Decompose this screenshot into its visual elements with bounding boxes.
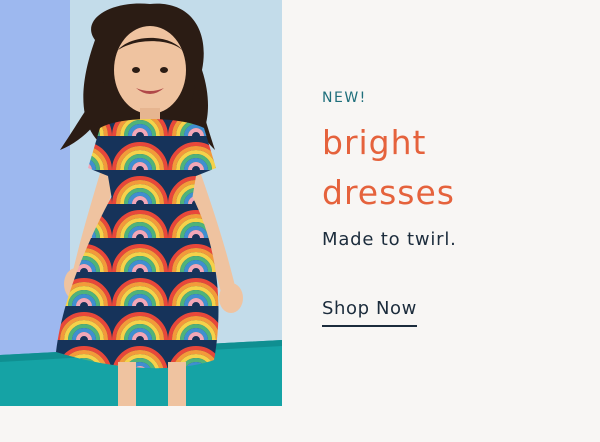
new-label: NEW! — [322, 90, 367, 106]
headline-line-2: dresses — [322, 173, 455, 212]
headline-line-1: bright — [322, 123, 427, 162]
shop-now-link[interactable]: Shop Now — [322, 296, 417, 327]
promo-copy: NEW! bright dresses Made to twirl. Shop … — [322, 88, 582, 327]
hero-photo[interactable] — [0, 0, 282, 406]
promo-banner: NEW! bright dresses Made to twirl. Shop … — [0, 0, 600, 442]
bottom-spacer — [0, 406, 600, 442]
promo-tagline: Made to twirl. — [322, 229, 457, 250]
hero-photo-illustration — [0, 0, 282, 406]
promo-headline: bright dresses — [322, 118, 582, 218]
